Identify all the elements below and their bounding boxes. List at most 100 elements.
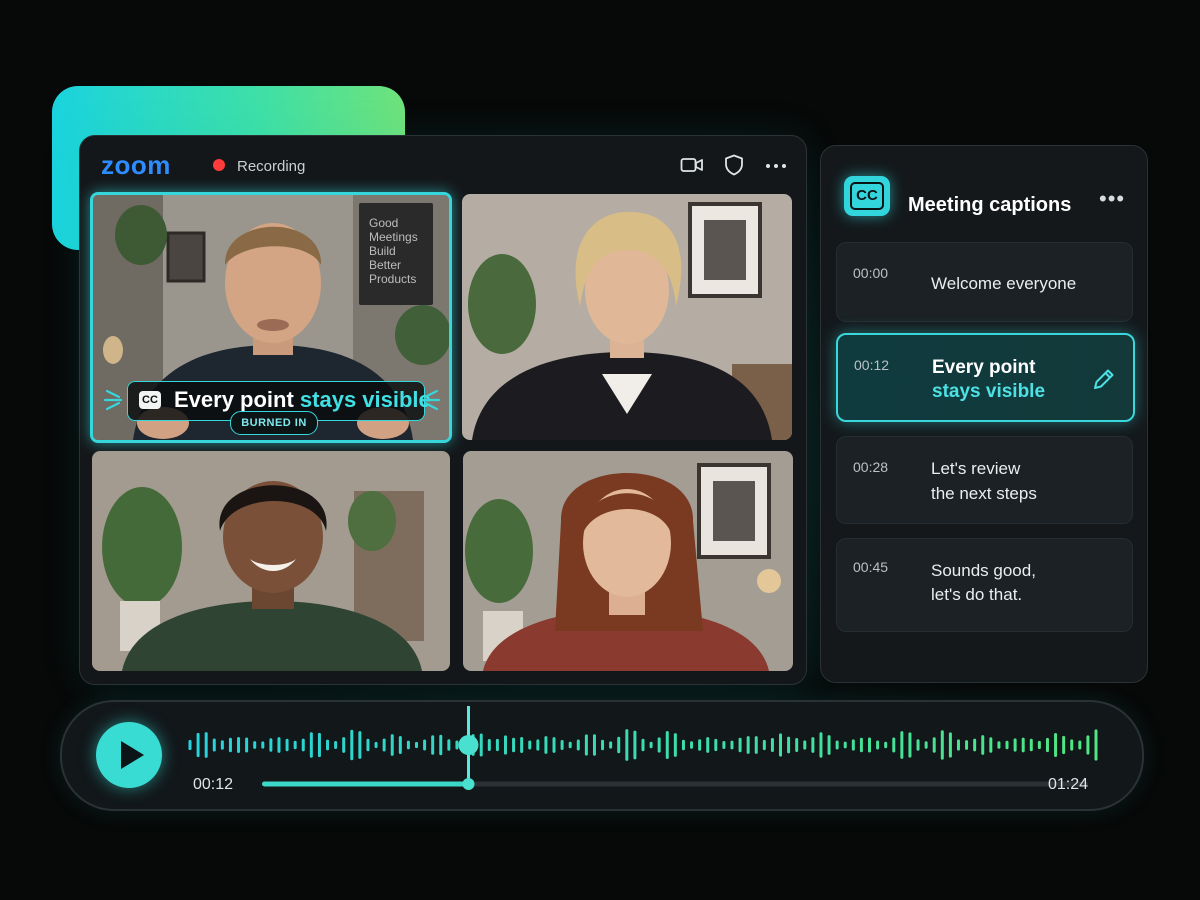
waveform-bar xyxy=(495,738,499,752)
current-time: 00:12 xyxy=(193,776,234,793)
waveform-bar xyxy=(835,740,839,750)
caption-item-timestamp: 00:00 xyxy=(853,265,889,281)
waveform-bar xyxy=(706,737,710,753)
play-icon xyxy=(121,741,144,769)
waveform-bar xyxy=(851,739,855,751)
caption-item-text-line1: Every point xyxy=(932,357,1036,378)
waveform-bar xyxy=(415,741,418,749)
burned-in-caption-text: Every point stays visible xyxy=(174,387,431,413)
video-tile-participant-4[interactable] xyxy=(463,451,793,671)
waveform-bar xyxy=(673,733,677,757)
cc-panel-icon: CC xyxy=(844,176,890,216)
waveform-bar xyxy=(900,731,904,759)
caption-text-highlight: stays visible xyxy=(299,387,431,412)
audio-waveform[interactable] xyxy=(186,706,1102,794)
play-button[interactable] xyxy=(96,722,162,788)
waveform-bar xyxy=(374,741,378,749)
waveform-bar xyxy=(746,736,750,754)
progress-fill xyxy=(262,781,469,787)
waveform-bar xyxy=(552,737,556,753)
waveform-bar xyxy=(285,738,289,752)
panel-more-options-icon[interactable]: ••• xyxy=(1099,186,1125,212)
participant-3-video xyxy=(92,451,450,671)
video-camera-icon[interactable] xyxy=(680,154,704,176)
captions-panel: CC Meeting captions ••• 00:00 Welcome ev… xyxy=(820,145,1148,683)
waveform-bar xyxy=(576,739,580,751)
waveform-bar xyxy=(406,740,410,750)
waveform-bar xyxy=(228,737,232,753)
waveform-bar xyxy=(827,735,831,755)
waveform-bar xyxy=(876,740,880,750)
waveform-bar xyxy=(601,739,605,751)
poster-line-1: Good xyxy=(369,216,398,230)
waveform-bar xyxy=(358,731,362,759)
waveform-bar xyxy=(730,740,734,750)
caption-item-text-line2: let's do that. xyxy=(931,585,1023,604)
playback-bar: 00:12 01:24 xyxy=(60,700,1144,811)
panel-title: Meeting captions xyxy=(908,194,1072,216)
waveform-bar xyxy=(916,739,920,751)
waveform-bar xyxy=(196,732,200,758)
waveform-bar xyxy=(390,734,394,756)
waveform-bar xyxy=(940,730,944,760)
more-options-icon[interactable] xyxy=(764,154,788,176)
total-time: 01:24 xyxy=(1048,776,1089,793)
caption-item-1[interactable]: 00:00 Welcome everyone xyxy=(836,242,1133,322)
playhead-knob[interactable] xyxy=(458,735,479,755)
video-tile-participant-1[interactable]: Good Meetings Build Better Products CC E… xyxy=(90,192,452,443)
waveform-bar xyxy=(253,741,257,749)
waveform-bar xyxy=(965,740,969,750)
waveform-bar xyxy=(1086,735,1090,755)
waveform-bar xyxy=(479,733,483,757)
caption-item-text-line1: Sounds good, xyxy=(931,561,1036,580)
poster-line-3: Build xyxy=(369,244,396,258)
shield-icon[interactable] xyxy=(722,154,746,176)
waveform-bar xyxy=(487,738,491,752)
poster-line-5: Products xyxy=(369,272,416,286)
video-tile-participant-3[interactable] xyxy=(92,451,450,671)
waveform-bar xyxy=(989,737,993,753)
caption-left-sparkle-icon xyxy=(103,389,123,411)
waveform-bar xyxy=(609,741,613,749)
caption-text-plain: Every point xyxy=(174,387,300,412)
caption-item-text-line2: the next steps xyxy=(931,484,1037,503)
waveform-bar xyxy=(455,740,459,750)
waveform-bar xyxy=(1094,729,1098,761)
waveform-bar xyxy=(779,733,783,757)
waveform-bar xyxy=(973,738,977,752)
waveform-bar xyxy=(237,736,241,754)
waveform-bar xyxy=(317,732,321,758)
waveform-bar xyxy=(843,741,847,749)
waveform-bar xyxy=(1070,739,1074,751)
waveform-bar xyxy=(560,740,564,750)
waveform-bar xyxy=(431,735,435,755)
waveform-bar xyxy=(892,737,896,753)
waveform-bar xyxy=(350,729,354,761)
waveform-bar xyxy=(722,741,726,749)
caption-item-timestamp: 00:28 xyxy=(853,459,889,475)
video-tile-participant-2[interactable] xyxy=(462,194,792,440)
waveform-bar xyxy=(811,737,815,753)
waveform-bar xyxy=(269,738,273,752)
waveform-bar xyxy=(536,739,540,751)
waveform-bar xyxy=(1062,735,1066,755)
caption-item-timestamp: 00:45 xyxy=(853,559,889,575)
poster-line-4: Better xyxy=(369,258,401,272)
meeting-window: zoom Recording Good Meetings Build Bette… xyxy=(79,135,807,685)
waveform-bar xyxy=(641,738,645,752)
waveform-bar xyxy=(261,741,265,749)
waveform-bar xyxy=(503,735,507,755)
caption-item-2[interactable]: 00:12 Every point stays visible xyxy=(836,333,1135,422)
edit-pencil-icon[interactable] xyxy=(1091,366,1117,392)
waveform-bar xyxy=(787,736,791,754)
poster-line-2: Meetings xyxy=(369,230,418,244)
waveform-bar xyxy=(754,736,758,754)
waveform-bar xyxy=(398,735,402,755)
caption-right-sparkle-icon xyxy=(421,389,441,411)
waveform-bar xyxy=(932,737,936,753)
caption-item-4[interactable]: 00:45 Sounds good, let's do that. xyxy=(836,538,1133,632)
waveform-bar xyxy=(1054,733,1058,757)
caption-item-3[interactable]: 00:28 Let's review the next steps xyxy=(836,436,1133,524)
waveform-bar xyxy=(649,741,653,749)
progress-handle[interactable] xyxy=(462,778,475,790)
